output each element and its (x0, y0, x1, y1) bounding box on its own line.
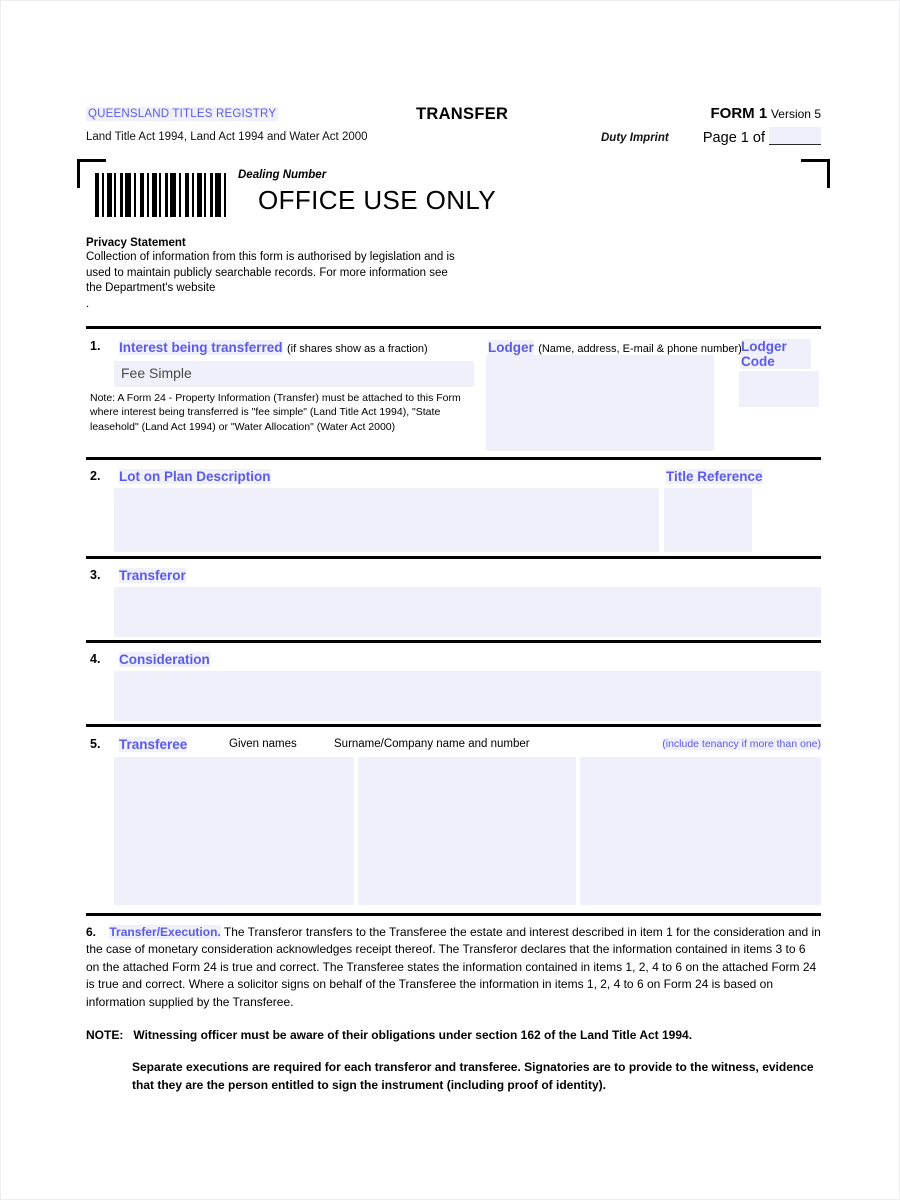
section-1-heading: Interest being transferred (119, 339, 283, 355)
lodger-heading: Lodger (488, 339, 534, 355)
section-1-heading-note: (if shares show as a fraction) (287, 342, 428, 355)
section-1-number: 1. (90, 338, 101, 353)
tenancy-field[interactable] (580, 756, 821, 905)
section-transferee: 5. Transferee Given names Surname/Compan… (86, 727, 821, 913)
title-reference-field[interactable] (664, 487, 752, 552)
section-2-number: 2. (90, 468, 101, 483)
privacy-heading: Privacy Statement (86, 237, 186, 249)
section-1-note: Note: A Form 24 - Property Information (… (90, 391, 461, 433)
form-version-text: Version 5 (770, 107, 821, 121)
interest-field[interactable]: Fee Simple (114, 360, 474, 387)
section-2-heading: Lot on Plan Description (119, 468, 271, 484)
privacy-trailing-mark: . (86, 297, 90, 310)
section-interest-being-transferred: 1. Interest being transferred (if shares… (86, 329, 821, 457)
page-total-field[interactable] (769, 127, 821, 145)
form-number-label: FORM 1 Version 5 (711, 105, 821, 122)
transferor-field[interactable] (114, 586, 821, 637)
column-header-given-names: Given names (229, 737, 297, 750)
barcode-icon (95, 173, 230, 217)
surname-company-field[interactable] (358, 756, 576, 905)
section-6-number: 6. (86, 924, 97, 939)
section-transfer-execution: 6. Transfer/Execution. The Transferor tr… (86, 916, 821, 1095)
form-sheet: QUEENSLAND TITLES REGISTRY Land Title Ac… (77, 101, 830, 1095)
note-line-1-text: Witnessing officer must be aware of thei… (133, 1028, 693, 1042)
witnessing-notes: NOTE: Witnessing officer must be aware o… (86, 1027, 821, 1094)
section-1-heading-row: Interest being transferred (if shares sh… (119, 339, 428, 357)
page-number-label: Page 1 of (703, 127, 821, 146)
office-use-block: Dealing Number OFFICE USE ONLY (77, 159, 830, 231)
lodger-code-field[interactable] (739, 370, 819, 407)
section-5-heading: Transferee (119, 736, 188, 752)
note-line-2-text: Separate executions are required for eac… (132, 1060, 814, 1092)
lot-on-plan-field[interactable] (114, 487, 659, 552)
form-title: TRANSFER (416, 105, 509, 123)
page-of-text: Page 1 of (702, 130, 765, 146)
section-6-paragraph: 6. Transfer/Execution. The Transferor tr… (86, 924, 821, 1012)
privacy-statement: Privacy Statement Collection of informat… (86, 237, 821, 312)
lodger-heading-note: (Name, address, E-mail & phone number) (538, 342, 742, 355)
dealing-number-label: Dealing Number (238, 169, 327, 181)
section-3-number: 3. (90, 567, 101, 582)
interest-value: Fee Simple (121, 364, 192, 381)
corner-mark-top-right (801, 159, 830, 188)
form-page: QUEENSLAND TITLES REGISTRY Land Title Ac… (0, 0, 900, 1200)
section-3-heading: Transferor (119, 567, 186, 583)
office-use-only-text: OFFICE USE ONLY (258, 185, 497, 215)
lodger-code-heading: Lodger Code (741, 338, 811, 369)
section-lot-on-plan-description: 2. Lot on Plan Description Title Referen… (86, 460, 821, 556)
lodger-field[interactable] (486, 354, 714, 451)
duty-imprint-label: Duty Imprint (601, 132, 669, 144)
section-5-number: 5. (90, 736, 101, 751)
given-names-field[interactable] (114, 756, 354, 905)
tenancy-note: (include tenancy if more than one) (662, 737, 821, 750)
registry-label: QUEENSLAND TITLES REGISTRY (86, 107, 279, 121)
privacy-body: Collection of information from this form… (86, 251, 455, 294)
section-consideration: 4. Consideration (86, 643, 821, 724)
title-reference-heading: Title Reference (666, 468, 763, 484)
note-line-1: NOTE: Witnessing officer must be aware o… (86, 1027, 821, 1044)
note-label: NOTE: (86, 1028, 124, 1042)
form-number-text: FORM 1 (710, 105, 768, 122)
form-header: QUEENSLAND TITLES REGISTRY Land Title Ac… (86, 101, 821, 153)
section-transferor: 3. Transferor (86, 559, 821, 640)
consideration-field[interactable] (114, 670, 821, 721)
section-4-heading: Consideration (119, 651, 210, 667)
section-4-number: 4. (90, 651, 101, 666)
section-6-heading: Transfer/Execution. (109, 924, 221, 939)
acts-label: Land Title Act 1994, Land Act 1994 and W… (86, 131, 368, 143)
column-header-surname: Surname/Company name and number (334, 737, 530, 750)
